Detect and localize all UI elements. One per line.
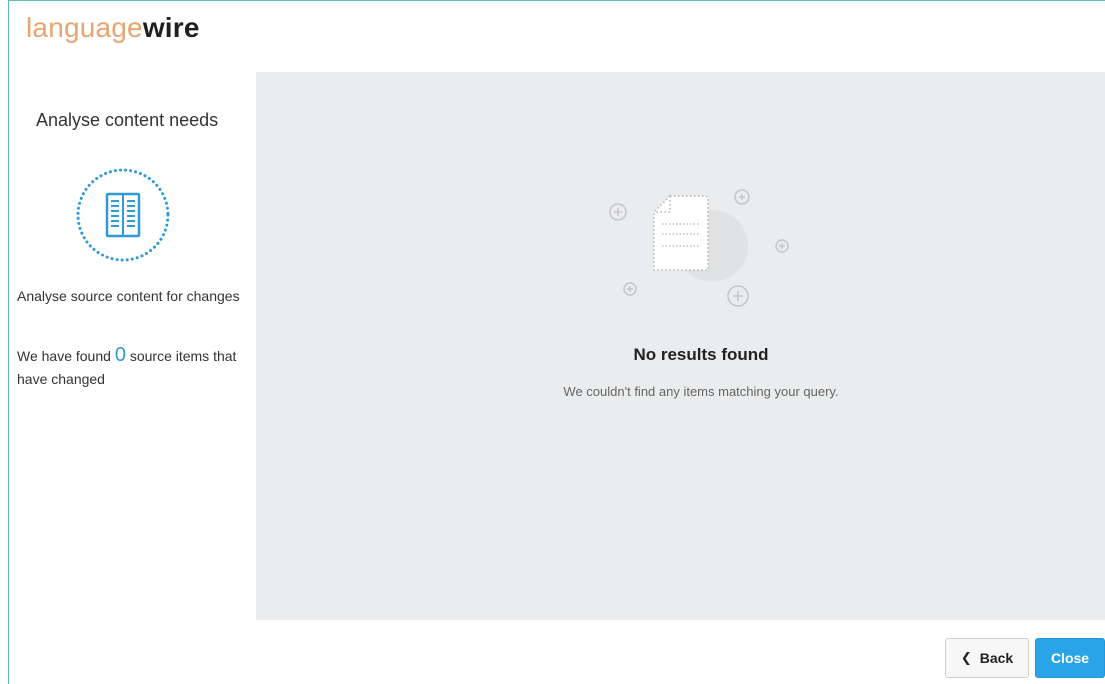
found-count: 0 — [114, 344, 126, 366]
back-button[interactable]: ❮ Back — [945, 638, 1029, 678]
no-results-title: No results found — [633, 345, 769, 364]
logo-text-bold: wire — [142, 12, 200, 43]
close-button[interactable]: Close — [1035, 638, 1105, 678]
languagewire-logo: languagewire — [26, 14, 200, 42]
close-button-label: Close — [1050, 650, 1090, 666]
sidebar-description: Analyse source content for changes — [17, 288, 240, 304]
logo-text-light: language — [26, 12, 143, 43]
no-results-message: We couldn't find any items matching your… — [563, 384, 839, 399]
found-prefix: We have found — [17, 348, 111, 364]
chevron-left-icon: ❮ — [960, 650, 972, 665]
back-button-label: Back — [979, 650, 1014, 666]
empty-document-icon — [609, 189, 789, 307]
book-icon — [76, 168, 170, 262]
sidebar-title: Analyse content needs — [36, 110, 219, 130]
results-panel: No results found We couldn't find any it… — [256, 72, 1105, 620]
found-summary: We have found 0 source items that have c… — [17, 344, 262, 391]
